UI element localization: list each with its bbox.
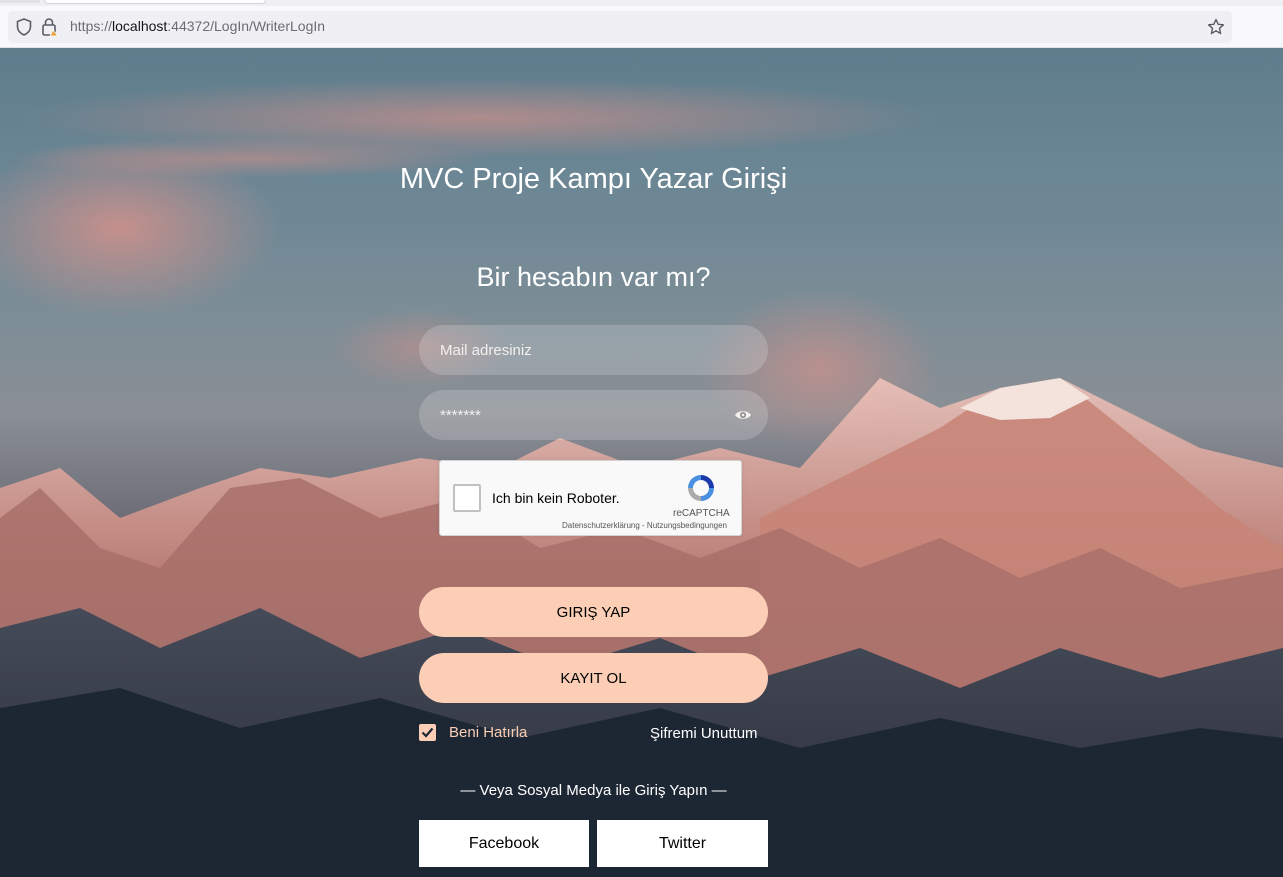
form-subtitle: Bir hesabın var mı? (476, 262, 711, 292)
recaptcha-label: Ich bin kein Roboter. (492, 490, 620, 506)
twitter-button[interactable]: Twitter (597, 820, 768, 867)
recaptcha-checkbox[interactable] (453, 484, 481, 512)
star-icon[interactable] (1206, 17, 1226, 37)
login-button[interactable]: GIRIŞ YAP (419, 587, 768, 637)
shield-icon[interactable] (14, 17, 34, 37)
browser-toolbar: https://localhost:44372/LogIn/WriterLogI… (0, 6, 1283, 48)
email-placeholder: Mail adresiniz (440, 341, 532, 359)
recaptcha-widget: Ich bin kein Roboter. reCAPTCHA Datensch… (439, 460, 742, 536)
url-host: localhost (112, 18, 168, 34)
remember-checkbox[interactable] (419, 724, 436, 741)
login-form-area: MVC Proje Kampı Yazar Girişi Bir hesabın… (0, 48, 1283, 877)
social-divider: — Veya Sosyal Medya ile Giriş Yapın — (460, 782, 727, 799)
forgot-password-link[interactable]: Şifremi Unuttum (650, 725, 758, 742)
tab-previous[interactable] (0, 0, 40, 3)
page-title: MVC Proje Kampı Yazar Girişi (399, 163, 788, 195)
recaptcha-logo-icon (685, 472, 717, 504)
register-button[interactable]: KAYIT OL (419, 653, 768, 703)
remember-label: Beni Hatırla (449, 724, 528, 741)
login-page: MVC Proje Kampı Yazar Girişi Bir hesabın… (0, 48, 1283, 877)
eye-icon[interactable] (734, 407, 752, 423)
lock-icon[interactable] (40, 17, 60, 37)
password-field[interactable]: ******* (419, 390, 768, 440)
email-field[interactable]: Mail adresiniz (419, 325, 768, 375)
url-text[interactable]: https://localhost:44372/LogIn/WriterLogI… (70, 18, 325, 34)
recaptcha-brand: reCAPTCHA (673, 508, 730, 519)
recaptcha-links[interactable]: Datenschutzerklärung - Nutzungsbedingung… (562, 521, 727, 530)
password-value: ******* (440, 406, 481, 424)
url-path: :44372/LogIn/WriterLogIn (167, 18, 326, 34)
address-bar[interactable]: https://localhost:44372/LogIn/WriterLogI… (8, 11, 1232, 43)
facebook-button[interactable]: Facebook (419, 820, 589, 867)
checkmark-icon (421, 727, 434, 738)
remember-me[interactable]: Beni Hatırla (419, 724, 527, 741)
url-prefix: https:// (70, 18, 113, 34)
tab-active[interactable] (44, 0, 266, 4)
